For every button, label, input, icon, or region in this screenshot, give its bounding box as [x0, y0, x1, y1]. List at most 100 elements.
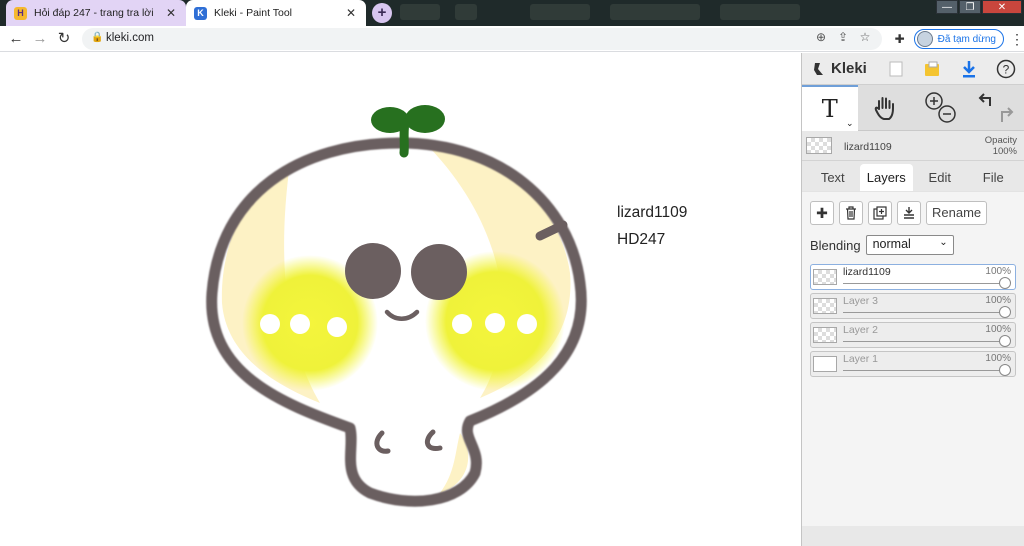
tool-row: T ⌄ — [802, 85, 1024, 131]
merge-layer-icon[interactable] — [897, 201, 921, 225]
opacity-slider-handle[interactable] — [999, 335, 1011, 347]
bookmark-star-icon[interactable]: ☆ — [854, 30, 876, 44]
zoom-in-icon[interactable] — [925, 92, 943, 110]
new-file-icon[interactable] — [877, 53, 914, 85]
menu-kebab-icon[interactable]: ⋮ — [1010, 31, 1024, 48]
zoom-out-icon[interactable] — [938, 105, 956, 123]
tab-file[interactable]: File — [967, 164, 1021, 191]
svg-text:?: ? — [1002, 62, 1009, 76]
undo-icon[interactable] — [978, 93, 992, 106]
leaf-right — [405, 105, 445, 133]
cheek-dot — [452, 314, 472, 334]
current-layer-name: lizard1109 — [844, 141, 892, 153]
reload-icon[interactable]: ↻ — [54, 29, 74, 49]
layer-item[interactable]: Layer 2 100% — [810, 322, 1016, 348]
tab-edit[interactable]: Edit — [913, 164, 967, 191]
layer-opacity: 100% — [985, 295, 1011, 306]
minimize-icon[interactable]: — — [936, 0, 958, 14]
kleki-logo-icon: K — [194, 6, 207, 20]
layer-name: Layer 3 — [843, 295, 879, 307]
opacity-slider-track[interactable] — [843, 370, 1005, 371]
close-tab-icon[interactable]: ✕ — [344, 6, 358, 20]
hand-icon — [875, 97, 895, 120]
avatar — [916, 31, 933, 47]
eye-left — [345, 243, 401, 299]
profile-status: Đã tạm dừng — [937, 33, 996, 45]
lock-icon: 🔒 — [91, 32, 104, 43]
chevron-down-icon: ⌄ — [939, 237, 948, 248]
opacity-slider-handle[interactable] — [999, 277, 1011, 289]
eye-right — [411, 244, 467, 300]
blurred-bookmark — [455, 4, 477, 20]
current-layer-info: lizard1109 Opacity 100% — [802, 131, 1024, 161]
opacity-readout: Opacity 100% — [985, 135, 1017, 157]
add-layer-icon[interactable]: ✚ — [810, 201, 834, 225]
layers-tab-content: ✚ Rename Blending normal ⌄ lizard1109 10… — [802, 191, 1024, 526]
back-arrow-icon[interactable]: ← — [6, 29, 26, 49]
canvas-text-line: lizard1109 — [617, 204, 688, 221]
layer-opacity: 100% — [985, 324, 1011, 335]
tab-hoidap247[interactable]: H Hỏi đáp 247 - trang tra lời ✕ — [6, 0, 186, 26]
tab-layers[interactable]: Layers — [859, 164, 913, 191]
chevron-down-icon[interactable]: ⌄ — [846, 118, 854, 129]
opacity-label: Opacity — [984, 135, 1017, 146]
history-controls — [969, 85, 1024, 131]
window-close-icon[interactable]: ✕ — [982, 0, 1022, 14]
blending-label: Blending — [810, 237, 861, 253]
layer-item[interactable]: Layer 3 100% — [810, 293, 1016, 319]
tab-kleki[interactable]: K Kleki - Paint Tool ✕ — [186, 0, 366, 26]
leaf-stem — [399, 118, 410, 158]
layer-item[interactable]: Layer 1 100% — [810, 351, 1016, 377]
kleki-logo[interactable]: Kleki — [802, 60, 877, 77]
profile-button[interactable]: Đã tạm dừng — [913, 29, 1004, 49]
duplicate-layer-icon[interactable] — [868, 201, 892, 225]
canvas-text-line: HD247 — [617, 231, 666, 248]
layer-name: lizard1109 — [843, 266, 891, 278]
blurred-bookmark — [720, 4, 800, 20]
extensions-puzzle-icon[interactable]: ✚ — [890, 32, 910, 46]
zoom-icon[interactable]: ⊕ — [810, 30, 832, 44]
maximize-icon[interactable]: ❐ — [959, 0, 981, 14]
layer-thumbnail — [813, 327, 837, 343]
cheek-dot — [485, 313, 505, 333]
delete-layer-trash-icon[interactable] — [839, 201, 863, 225]
cheek-dot — [517, 314, 537, 334]
tab-title: Hỏi đáp 247 - trang tra lời — [34, 7, 154, 19]
opacity-slider-track[interactable] — [843, 283, 1005, 284]
cheek-dot — [327, 317, 347, 337]
text-tool-button[interactable]: T ⌄ — [802, 85, 858, 131]
tab-title: Kleki - Paint Tool — [214, 7, 293, 19]
cheek-dot — [290, 314, 310, 334]
zoom-controls — [913, 85, 969, 131]
help-icon[interactable]: ? — [987, 53, 1024, 85]
layer-thumbnail — [813, 356, 837, 372]
layer-actions: ✚ Rename — [810, 200, 1016, 226]
url-text[interactable]: kleki.com — [106, 32, 154, 44]
import-image-icon[interactable] — [914, 53, 951, 85]
redo-icon[interactable] — [1001, 107, 1014, 122]
layer-opacity: 100% — [985, 266, 1011, 277]
layer-item[interactable]: lizard1109 100% — [810, 264, 1016, 290]
forward-arrow-icon[interactable]: → — [30, 29, 50, 49]
opacity-slider-track[interactable] — [843, 312, 1005, 313]
download-icon[interactable] — [951, 53, 988, 85]
blurred-bookmark — [530, 4, 590, 20]
blending-row: Blending normal ⌄ — [810, 235, 1016, 255]
close-tab-icon[interactable]: ✕ — [164, 6, 178, 20]
drawing-canvas[interactable]: lizard1109 HD247 — [0, 53, 801, 546]
new-tab-button[interactable]: + — [372, 3, 392, 23]
opacity-slider-track[interactable] — [843, 341, 1005, 342]
tab-text[interactable]: Text — [806, 164, 860, 191]
text-tool-icon: T — [821, 95, 838, 123]
hand-tool-button[interactable] — [858, 85, 914, 131]
layer-name: Layer 2 — [843, 324, 879, 336]
rename-layer-button[interactable]: Rename — [926, 201, 988, 225]
opacity-slider-handle[interactable] — [999, 306, 1011, 318]
omnibox[interactable]: 🔒 kleki.com ⊕ ⇪ ☆ — [82, 28, 882, 50]
layer-opacity: 100% — [985, 353, 1011, 364]
blending-mode-select[interactable]: normal ⌄ — [865, 235, 954, 255]
opacity-slider-handle[interactable] — [999, 364, 1011, 376]
layer-name: Layer 1 — [843, 353, 879, 365]
share-icon[interactable]: ⇪ — [832, 30, 854, 44]
canvas-drawing — [206, 105, 587, 507]
